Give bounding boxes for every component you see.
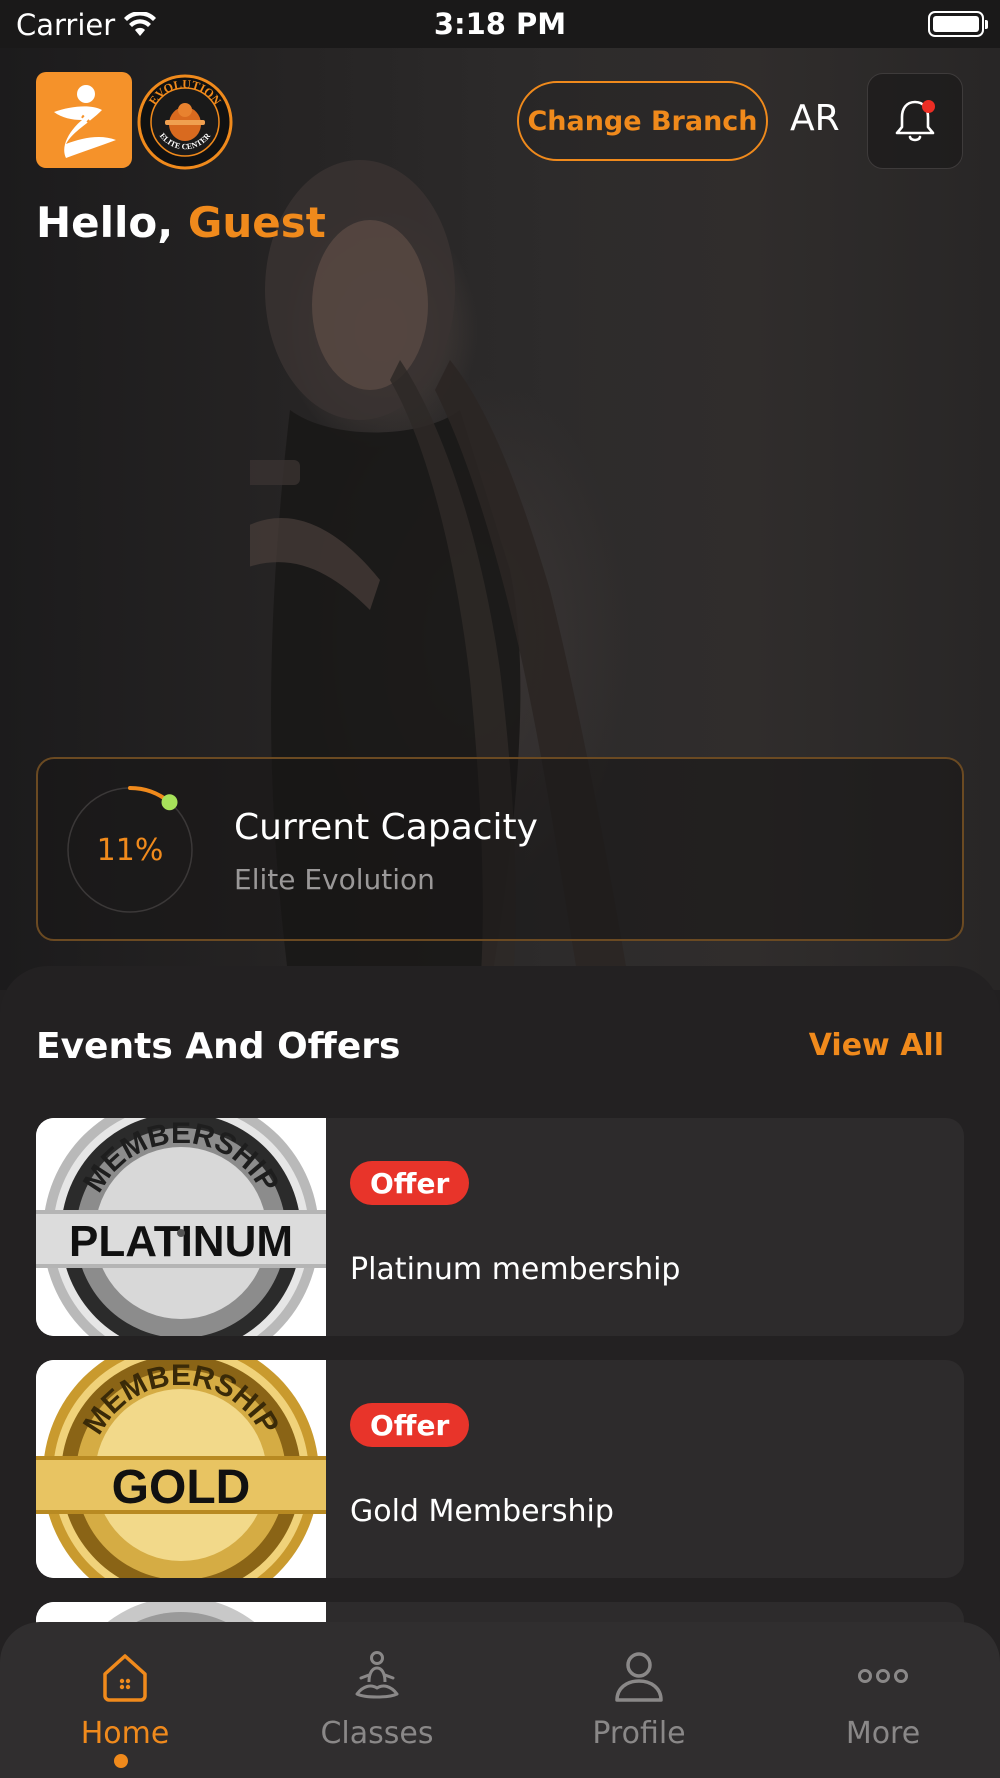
tab-home[interactable]: Home [0,1648,250,1768]
greeting-username: Guest [187,198,326,247]
tab-more-label: More [845,1716,921,1751]
status-bar: Carrier 3:18 PM [0,0,1000,48]
tab-profile-label: Profile [592,1716,686,1751]
gym-brand-logo: EVOLUTION ELITE CENTER [137,74,233,170]
capacity-card[interactable]: 11% Current Capacity Elite Evolution [36,757,964,941]
gold-membership-image: MEMBERSHIP GOLD [36,1360,326,1578]
active-tab-indicator [114,1754,128,1768]
meditation-icon [355,1651,399,1699]
capacity-percent: 11% [96,832,164,868]
platinum-membership-image: MEMBERSHIP PLATINUM [36,1118,326,1336]
user-icon [615,1652,663,1702]
change-branch-button[interactable]: Change Branch [517,81,768,161]
tab-home-label: Home [80,1716,170,1751]
hero-background: Carrier 3:18 PM EVOLUTION ELITE CENTER C… [0,0,1000,990]
battery-icon [928,11,988,37]
more-icon [858,1669,908,1683]
language-toggle[interactable]: AR [790,98,840,139]
tab-profile[interactable]: Profile [514,1648,764,1768]
notification-badge-dot [922,100,935,113]
offer-title: Gold Membership [350,1494,614,1529]
capacity-branch-name: Elite Evolution [234,863,435,896]
status-time: 3:18 PM [433,7,567,41]
platinum-seal-word: PLATINUM [69,1217,293,1266]
home-icon [103,1654,147,1702]
bottom-tab-bar: Home Classes Profile More [0,1622,1000,1778]
home-screen: Carrier 3:18 PM EVOLUTION ELITE CENTER C… [0,0,1000,1778]
view-all-link[interactable]: View All [809,1028,944,1063]
app-logo [36,72,132,168]
notifications-button[interactable] [867,73,963,169]
tab-classes[interactable]: Classes [252,1648,502,1768]
events-section-title: Events And Offers [36,1026,401,1067]
offer-badge: Offer [350,1403,470,1447]
greeting: Hello, Guest [36,198,326,247]
offer-card-gold[interactable]: MEMBERSHIP GOLD Offer Gold Membership [36,1360,964,1578]
greeting-prefix: Hello, [36,198,188,247]
gold-seal-word: GOLD [112,1461,251,1514]
tab-classes-label: Classes [320,1716,434,1751]
offer-card-platinum[interactable]: MEMBERSHIP PLATINUM Offer Platinum membe… [36,1118,964,1336]
offer-badge: Offer [350,1161,470,1205]
offer-title: Platinum membership [350,1252,681,1287]
capacity-title: Current Capacity [234,807,538,848]
app-logo-mark [54,85,116,158]
tab-more[interactable]: More [758,1648,1000,1768]
